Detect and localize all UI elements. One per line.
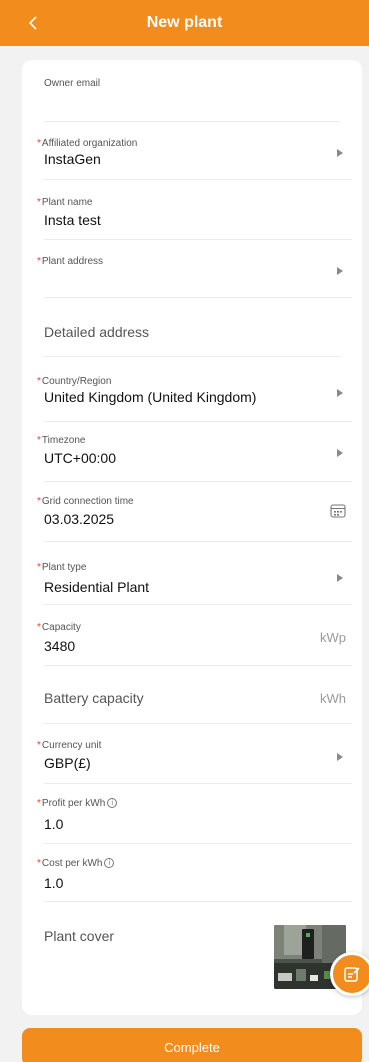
currency-unit-value: GBP(£)	[44, 755, 91, 771]
detailed-address-field[interactable]: Detailed address	[44, 305, 340, 357]
calendar-icon[interactable]	[330, 503, 346, 518]
detailed-address-placeholder: Detailed address	[44, 324, 150, 340]
grid-connection-time-label: *Grid connection time	[37, 496, 134, 507]
country-region-label: *Country/Region	[37, 376, 112, 387]
owner-email-placeholder: Owner email	[44, 78, 101, 89]
plant-address-label: *Plant address	[37, 256, 104, 267]
profit-per-kwh-label: *Profit per kWh i	[37, 798, 118, 809]
profit-per-kwh-field[interactable]: *Profit per kWh i 1.0	[37, 792, 352, 844]
plant-name-field[interactable]: *Plant name Insta test	[37, 188, 352, 240]
plant-cover-label: Plant cover	[44, 928, 115, 944]
caret-right-icon	[337, 267, 343, 275]
edit-fab-button[interactable]	[330, 952, 369, 996]
timezone-label: *Timezone	[37, 435, 86, 446]
caret-right-icon	[337, 574, 343, 582]
info-icon[interactable]: i	[107, 798, 118, 808]
country-region-select[interactable]: *Country/Region United Kingdom (United K…	[37, 366, 352, 422]
profit-per-kwh-value: 1.0	[44, 816, 64, 832]
plant-name-label: *Plant name	[37, 197, 93, 208]
capacity-label: *Capacity	[37, 622, 81, 633]
plant-cover-field: Plant cover	[44, 920, 264, 990]
plant-type-select[interactable]: *Plant type Residential Plant	[37, 553, 352, 605]
capacity-value: 3480	[44, 638, 76, 654]
battery-capacity-unit: kWh	[320, 691, 346, 706]
country-region-value: United Kingdom (United Kingdom)	[44, 389, 257, 405]
edit-note-icon	[344, 967, 360, 982]
caret-right-icon	[337, 449, 343, 457]
caret-right-icon	[337, 389, 343, 397]
plant-type-label: *Plant type	[37, 562, 87, 573]
caret-right-icon	[337, 149, 343, 157]
currency-unit-select[interactable]: *Currency unit GBP(£)	[37, 732, 352, 784]
affiliated-organization-value: InstaGen	[44, 151, 101, 167]
back-button[interactable]	[22, 12, 44, 34]
plant-name-value: Insta test	[44, 212, 101, 228]
affiliated-organization-label: *Affiliated organization	[37, 138, 138, 149]
page-title: New plant	[146, 14, 223, 31]
plant-address-select[interactable]: *Plant address	[37, 246, 352, 298]
cost-per-kwh-label: *Cost per kWh i	[37, 858, 115, 869]
timezone-select[interactable]: *Timezone UTC+00:00	[37, 426, 352, 482]
caret-right-icon	[337, 753, 343, 761]
info-icon[interactable]: i	[104, 858, 115, 868]
chevron-left-icon	[28, 16, 37, 30]
top-bar: New plant	[0, 0, 369, 46]
plant-type-value: Residential Plant	[44, 579, 150, 595]
grid-connection-time-value: 03.03.2025	[44, 511, 115, 527]
cost-per-kwh-field[interactable]: *Cost per kWh i 1.0	[37, 852, 352, 902]
cost-per-kwh-value: 1.0	[44, 875, 64, 891]
timezone-value: UTC+00:00	[44, 450, 116, 466]
grid-connection-time-picker[interactable]: *Grid connection time 03.03.2025	[37, 488, 352, 542]
affiliated-organization-select[interactable]: *Affiliated organization InstaGen	[37, 128, 352, 180]
currency-unit-label: *Currency unit	[37, 740, 102, 751]
capacity-field[interactable]: *Capacity 3480 kWp	[37, 614, 352, 666]
capacity-unit: kWp	[320, 630, 346, 645]
battery-capacity-field[interactable]: Battery capacity kWh	[44, 674, 352, 724]
battery-capacity-placeholder: Battery capacity	[44, 690, 144, 706]
owner-email-field[interactable]: Owner email	[44, 72, 340, 122]
complete-button[interactable]: Complete	[22, 1028, 362, 1062]
